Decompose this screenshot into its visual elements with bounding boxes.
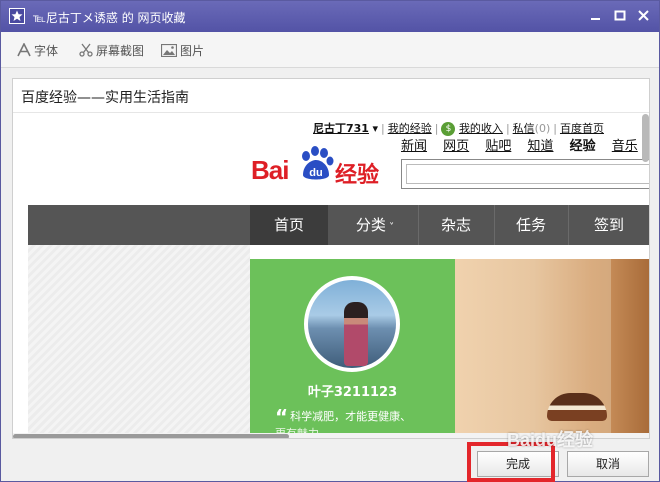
background-pattern bbox=[28, 245, 250, 438]
main-menu: 首页 分类 ˅ 杂志 任务 签到 bbox=[28, 205, 649, 245]
menu-sign[interactable]: 签到 bbox=[570, 205, 648, 245]
image-label: 图片 bbox=[180, 44, 205, 58]
toolbar: 字体 屏幕截图 图片 bbox=[1, 32, 659, 68]
profile-name[interactable]: 叶子3211123 bbox=[250, 381, 455, 400]
page-preview[interactable]: 百度经验——实用生活指南 尼古丁731 ▾ | 我的经验 | $ 我的收入 | 私信(0) |… bbox=[12, 78, 650, 439]
baidu-watermark: Baidu经验 bbox=[507, 430, 594, 450]
title-bar: ℡尼古丁メ诱惑 的 网页收藏 bbox=[1, 1, 659, 32]
minimize-icon[interactable] bbox=[587, 7, 605, 25]
nav-link-web[interactable]: 网页 bbox=[443, 139, 469, 154]
screenshot-label: 屏幕截图 bbox=[96, 44, 145, 58]
message-count: (0) bbox=[534, 122, 551, 135]
nav-link-news[interactable]: 新闻 bbox=[401, 139, 427, 154]
nav-link-zhidao[interactable]: 知道 bbox=[527, 139, 553, 154]
baidu-home-link[interactable]: 百度首页 bbox=[560, 122, 604, 135]
menu-magazine[interactable]: 杂志 bbox=[420, 205, 492, 245]
search-input[interactable] bbox=[401, 159, 649, 189]
coin-icon: $ bbox=[441, 122, 456, 136]
search-input-inner bbox=[406, 164, 649, 184]
paw-icon: du bbox=[302, 146, 334, 180]
page-title: 百度经验——实用生活指南 bbox=[21, 90, 189, 106]
cancel-button[interactable]: 取消 bbox=[567, 451, 649, 477]
screenshot-button[interactable]: 屏幕截图 bbox=[79, 42, 144, 60]
vertical-scrollbar[interactable] bbox=[642, 114, 649, 162]
avatar[interactable] bbox=[304, 276, 400, 372]
scissors-icon bbox=[79, 43, 93, 60]
horizontal-scrollbar[interactable] bbox=[13, 434, 289, 438]
chevron-down-icon: ▾ bbox=[368, 122, 378, 135]
my-income-link[interactable]: 我的收入 bbox=[459, 122, 503, 135]
user-bar: 尼古丁731 ▾ | 我的经验 | $ 我的收入 | 私信(0) | 百度首页 bbox=[313, 122, 604, 136]
nav-link-tieba[interactable]: 贴吧 bbox=[485, 139, 511, 154]
image-button[interactable]: 图片 bbox=[160, 42, 205, 60]
logo-jingyan: 经验 bbox=[335, 163, 380, 188]
close-icon[interactable] bbox=[635, 7, 653, 25]
star-icon bbox=[9, 8, 25, 24]
collection-dialog: ℡尼古丁メ诱惑 的 网页收藏 字体 屏幕截图 图片 百度经验——实用生活指南 尼… bbox=[0, 0, 660, 482]
nav-link-jingyan[interactable]: 经验 bbox=[570, 139, 596, 154]
nav-link-music[interactable]: 音乐 bbox=[612, 139, 638, 154]
font-icon bbox=[17, 42, 31, 60]
window-title: ℡尼古丁メ诱惑 的 网页收藏 bbox=[33, 11, 186, 25]
maximize-icon[interactable] bbox=[611, 7, 629, 25]
menu-home[interactable]: 首页 bbox=[250, 205, 328, 245]
cake-image bbox=[547, 393, 607, 421]
title-divider bbox=[13, 112, 649, 113]
menu-category[interactable]: 分类 ˅ bbox=[332, 205, 418, 245]
username-link[interactable]: 尼古丁731 bbox=[313, 122, 369, 135]
banner-photo bbox=[455, 259, 649, 438]
image-icon bbox=[160, 43, 178, 60]
messages-link[interactable]: 私信 bbox=[513, 122, 535, 135]
logo-bai: Bai bbox=[251, 155, 289, 185]
my-experience-link[interactable]: 我的经验 bbox=[388, 122, 432, 135]
menu-task[interactable]: 任务 bbox=[496, 205, 566, 245]
chevron-down-icon: ˅ bbox=[385, 222, 395, 233]
font-label: 字体 bbox=[34, 44, 59, 58]
font-button[interactable]: 字体 bbox=[17, 42, 58, 60]
nav-links: 新闻 网页 贴吧 知道 经验 音乐 bbox=[401, 135, 649, 154]
logo-du: du bbox=[309, 167, 322, 179]
